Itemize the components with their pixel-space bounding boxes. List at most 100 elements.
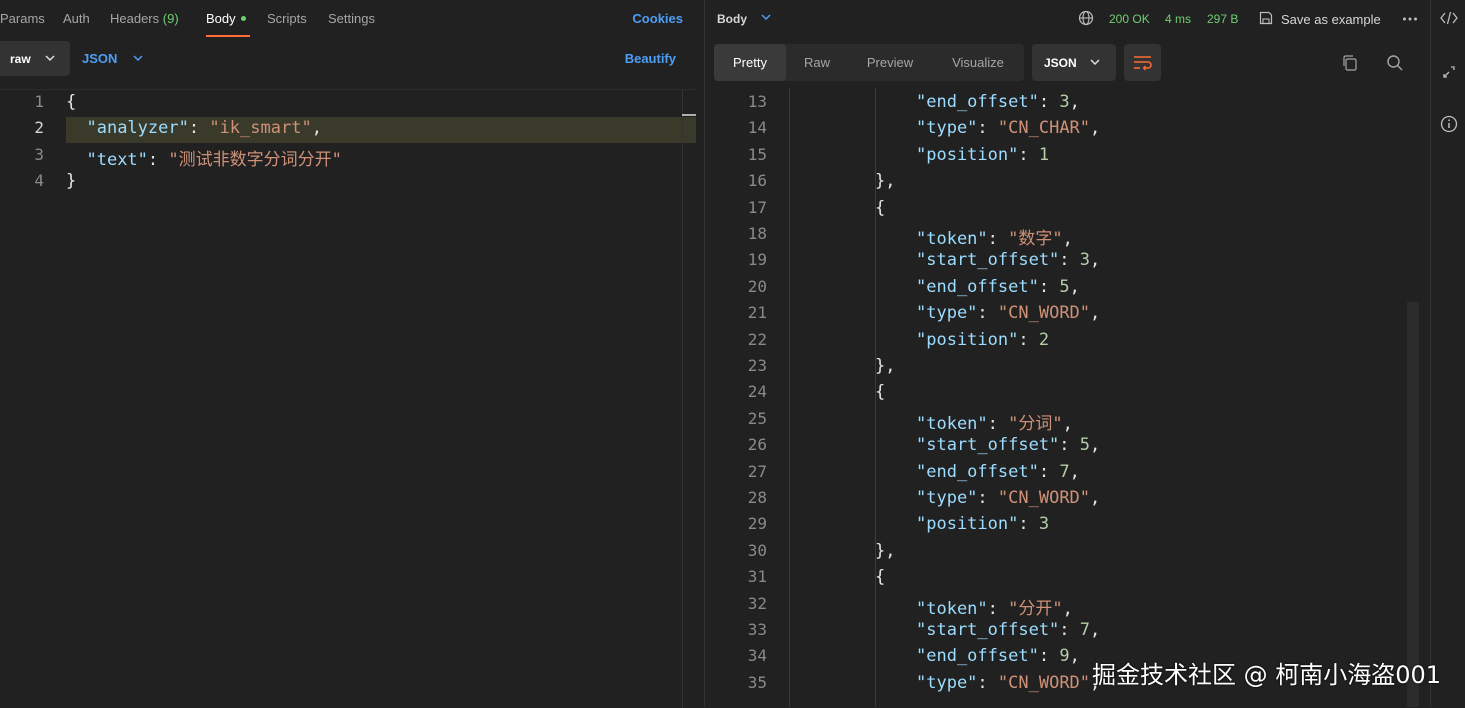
line-number: 29 bbox=[747, 514, 767, 534]
body-mode-select[interactable]: raw bbox=[0, 41, 70, 76]
code-token: : bbox=[987, 229, 1009, 249]
body-modified-dot bbox=[240, 16, 246, 22]
save-as-example-button[interactable]: Save as example bbox=[1281, 12, 1381, 27]
code-token: "测试非数字分词分开" bbox=[168, 149, 342, 170]
code-token: "position" bbox=[916, 144, 1019, 165]
response-body-viewer[interactable]: 13 "end_offset": 3, 14 "type": "CN_CHAR", 15… bbox=[705, 88, 1421, 707]
line-number: 13 bbox=[747, 92, 767, 111]
code-token: 7 bbox=[1079, 620, 1091, 640]
code-token: , bbox=[1062, 413, 1073, 434]
code-token: , bbox=[1090, 250, 1101, 271]
tab-scripts[interactable]: Scripts bbox=[267, 11, 307, 26]
response-format-value: JSON bbox=[1044, 56, 1077, 70]
code-token: 1 bbox=[1038, 144, 1050, 165]
code-token: "CN_WORD" bbox=[997, 303, 1091, 324]
code-token: , bbox=[1090, 118, 1101, 139]
copy-icon[interactable] bbox=[1341, 54, 1359, 72]
tab-headers[interactable]: Headers (9) bbox=[110, 11, 179, 26]
tab-body-label: Body bbox=[206, 11, 236, 26]
code-token: "type" bbox=[916, 488, 978, 508]
line-number: 24 bbox=[747, 382, 767, 402]
body-language-select[interactable]: JSON bbox=[82, 51, 143, 66]
code-token: 5 bbox=[1059, 276, 1070, 297]
response-size[interactable]: 297 B bbox=[1207, 12, 1238, 26]
code-line: "position": 1 bbox=[916, 145, 1049, 165]
code-token: : bbox=[977, 118, 998, 139]
beautify-button[interactable]: Beautify bbox=[625, 51, 676, 66]
expand-icon[interactable] bbox=[1440, 63, 1458, 81]
search-icon[interactable] bbox=[1386, 54, 1404, 72]
request-body-editor[interactable]: 1 {2 "analyzer": "ik_smart", 3 "text": "测试… bbox=[0, 89, 697, 708]
response-view-tabs: Pretty Raw Preview Visualize bbox=[714, 44, 1024, 81]
response-body-label[interactable]: Body bbox=[717, 12, 747, 26]
code-token: : bbox=[977, 672, 998, 693]
code-token: { bbox=[875, 382, 886, 403]
code-token: "type" bbox=[916, 672, 978, 693]
code-token: "分词" bbox=[1008, 413, 1063, 434]
chevron-down-icon[interactable] bbox=[760, 11, 772, 23]
code-token: 2 bbox=[1038, 329, 1050, 350]
code-token: "token" bbox=[916, 229, 988, 249]
editor-scroll-thumb[interactable] bbox=[682, 114, 696, 116]
status-code[interactable]: 200 OK bbox=[1109, 12, 1150, 26]
code-token: "start_offset" bbox=[916, 435, 1060, 456]
wrap-lines-icon bbox=[1134, 56, 1152, 71]
save-icon[interactable] bbox=[1258, 10, 1274, 26]
cookies-link[interactable]: Cookies bbox=[632, 11, 683, 26]
line-number: 27 bbox=[747, 461, 767, 481]
code-token: "token" bbox=[916, 413, 988, 434]
response-format-select[interactable]: JSON bbox=[1032, 44, 1116, 81]
code-line: "type": "CN_WORD", bbox=[916, 488, 1100, 508]
info-icon[interactable] bbox=[1440, 115, 1458, 133]
view-tab-visualize[interactable]: Visualize bbox=[932, 44, 1024, 81]
chevron-down-icon bbox=[1090, 59, 1100, 66]
code-token: "text" bbox=[86, 149, 148, 170]
code-token: "position" bbox=[916, 514, 1019, 535]
code-line: }, bbox=[875, 171, 895, 191]
code-line: "end_offset": 5, bbox=[916, 277, 1080, 297]
wrap-lines-button[interactable] bbox=[1124, 44, 1161, 81]
code-line: } bbox=[66, 171, 76, 191]
code-token: : bbox=[147, 149, 169, 170]
code-line: "position": 3 bbox=[916, 514, 1049, 534]
response-time[interactable]: 4 ms bbox=[1165, 12, 1191, 26]
code-token: 3 bbox=[1059, 92, 1070, 112]
code-token: : bbox=[1018, 144, 1039, 165]
code-token: : bbox=[977, 303, 998, 324]
code-token: : bbox=[987, 413, 1009, 434]
more-horizontal-icon[interactable] bbox=[1402, 16, 1418, 22]
line-number: 28 bbox=[747, 488, 767, 507]
code-line: { bbox=[875, 198, 885, 218]
response-scroll-thumb[interactable] bbox=[1407, 302, 1419, 707]
globe-icon[interactable] bbox=[1078, 10, 1094, 26]
code-line: "type": "CN_CHAR", bbox=[916, 118, 1100, 138]
view-tab-pretty[interactable]: Pretty bbox=[714, 44, 786, 81]
code-token: , bbox=[1069, 646, 1080, 667]
tab-auth[interactable]: Auth bbox=[63, 11, 90, 26]
code-icon[interactable] bbox=[1440, 10, 1458, 26]
view-tab-preview[interactable]: Preview bbox=[848, 44, 932, 81]
tab-body[interactable]: Body bbox=[206, 11, 246, 26]
code-token: : bbox=[1038, 461, 1060, 482]
code-token: "end_offset" bbox=[916, 92, 1039, 112]
code-token: : bbox=[1018, 514, 1039, 535]
code-token: { bbox=[875, 567, 886, 588]
tab-headers-label: Headers bbox=[110, 11, 160, 26]
editor-scrollbar[interactable] bbox=[682, 90, 683, 708]
code-line: "end_offset": 3, bbox=[916, 92, 1080, 112]
code-token: , bbox=[1090, 303, 1101, 324]
body-language-value: JSON bbox=[82, 51, 118, 66]
line-number: 18 bbox=[747, 224, 767, 243]
code-token: : bbox=[1038, 276, 1060, 297]
line-number: 4 bbox=[34, 170, 44, 190]
tab-params[interactable]: Params bbox=[0, 11, 45, 26]
code-token: : bbox=[1038, 646, 1060, 667]
code-line: "analyzer": "ik_smart", bbox=[66, 118, 321, 138]
code-token: : bbox=[1059, 250, 1080, 271]
code-token: : bbox=[1038, 92, 1060, 112]
view-tab-raw[interactable]: Raw bbox=[786, 44, 848, 81]
code-token: , bbox=[1090, 488, 1101, 508]
tab-settings[interactable]: Settings bbox=[328, 11, 375, 26]
